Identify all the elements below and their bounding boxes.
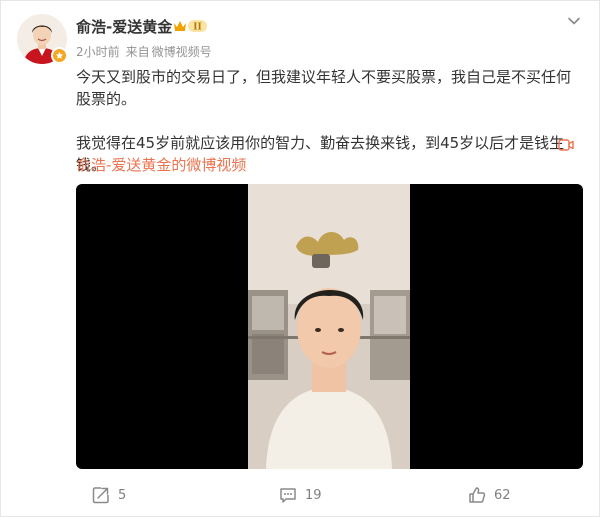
- like-icon: [469, 487, 486, 503]
- comment-icon: [280, 488, 296, 503]
- video-link[interactable]: 俞浩-爱送黄金的微博视频: [76, 154, 246, 176]
- action-bar: 5 19 62: [1, 481, 600, 509]
- post-source[interactable]: 微博视频号: [152, 45, 212, 59]
- chevron-down-icon[interactable]: [566, 13, 582, 29]
- vip-badge-icon[interactable]: II: [172, 18, 208, 34]
- forward-count: 5: [118, 487, 127, 503]
- source-prefix: 来自: [125, 45, 150, 59]
- post-meta: 2小时前 来自 微博视频号: [76, 43, 212, 60]
- comment-count: 19: [305, 487, 322, 503]
- video-player[interactable]: [76, 184, 583, 469]
- author-name[interactable]: 俞浩-爱送黄金: [76, 16, 172, 37]
- comment-button[interactable]: 19: [279, 481, 322, 509]
- verified-badge-icon: [51, 47, 68, 64]
- forward-button[interactable]: 5: [92, 481, 126, 509]
- weibo-post-card: 俞浩-爱送黄金 II 2小时前 来自 微博视频号 今天又到股市的交易日了，但我建议年…: [0, 0, 600, 517]
- like-count: 62: [494, 487, 511, 503]
- post-time[interactable]: 2小时前: [76, 45, 120, 59]
- video-icon[interactable]: [558, 137, 574, 156]
- like-button[interactable]: 62: [468, 481, 511, 509]
- video-thumbnail: [248, 184, 410, 469]
- forward-icon: [92, 487, 109, 504]
- vip-level-label: II: [193, 23, 201, 33]
- post-text-paragraph-1: 今天又到股市的交易日了，但我建议年轻人不要买股票，我自己是不买任何股票的。: [76, 68, 572, 108]
